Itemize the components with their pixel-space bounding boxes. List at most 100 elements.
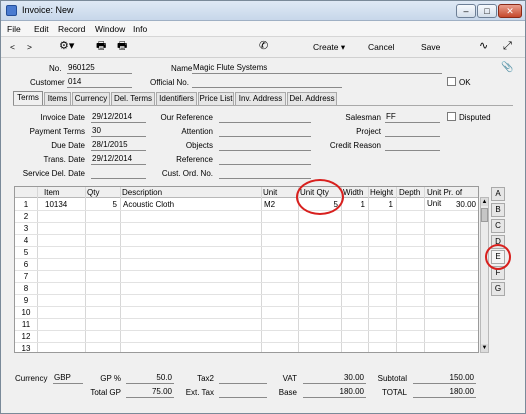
- cell-item[interactable]: 10134: [45, 200, 67, 209]
- name-field[interactable]: Magic Flute Systems: [192, 63, 442, 74]
- reference-label: Reference: [176, 155, 213, 164]
- total-gp-label: Total GP: [90, 388, 121, 397]
- no-label: No.: [49, 64, 62, 73]
- objects-field[interactable]: [219, 140, 311, 151]
- cancel-button[interactable]: Cancel: [368, 42, 394, 52]
- cell-width[interactable]: 1: [343, 200, 365, 209]
- official-no-label: Official No.: [150, 78, 189, 87]
- close-button[interactable]: ✕: [498, 4, 522, 18]
- tab-inv-address[interactable]: Inv. Address: [235, 92, 286, 105]
- menu-bar: File Edit Record Window Info: [1, 21, 525, 37]
- cell-description[interactable]: Acoustic Cloth: [123, 200, 174, 209]
- gear-icon[interactable]: ⚙▾: [59, 41, 74, 52]
- menu-file[interactable]: File: [7, 24, 21, 34]
- nav-next-button[interactable]: >: [27, 42, 32, 52]
- credit-reason-field[interactable]: [385, 140, 440, 151]
- items-grid[interactable]: Item Qty Description Unit Unit Qty Width…: [14, 186, 479, 353]
- side-tab-e[interactable]: E: [491, 250, 505, 264]
- tab-items[interactable]: Items: [44, 92, 71, 105]
- col-header-width[interactable]: Width: [343, 187, 364, 198]
- currency-field[interactable]: GBP: [53, 373, 83, 384]
- scroll-up-arrow-icon[interactable]: ▲: [481, 198, 488, 206]
- side-tab-g[interactable]: G: [491, 282, 505, 296]
- col-header-depth[interactable]: Depth: [399, 187, 421, 198]
- tax2-field[interactable]: [219, 373, 267, 384]
- create-menu-button[interactable]: Create ▾: [313, 42, 345, 53]
- attention-field[interactable]: [219, 126, 311, 137]
- row-number: 10: [21, 308, 31, 317]
- scroll-thumb[interactable]: [481, 208, 488, 222]
- menu-info[interactable]: Info: [133, 24, 147, 34]
- row-number: 2: [23, 212, 29, 221]
- project-field[interactable]: [385, 126, 440, 137]
- cell-unit-price[interactable]: 30.00: [426, 200, 476, 209]
- row-number: 13: [21, 344, 31, 353]
- ok-label: OK: [459, 78, 471, 87]
- customer-field[interactable]: 014: [67, 77, 132, 88]
- total-field[interactable]: 180.00: [413, 387, 476, 398]
- salesman-field[interactable]: FF: [385, 112, 440, 123]
- base-field[interactable]: 180.00: [303, 387, 366, 398]
- tab-terms[interactable]: Terms: [13, 91, 43, 105]
- tab-del-address[interactable]: Del. Address: [287, 92, 337, 105]
- payment-terms-field[interactable]: 30: [91, 126, 146, 137]
- print-preview-icon[interactable]: 🖶: [117, 41, 127, 52]
- menu-edit[interactable]: Edit: [34, 24, 49, 34]
- cust-ord-no-field[interactable]: [219, 168, 311, 179]
- paperclip-icon[interactable]: 📎: [501, 62, 513, 73]
- col-header-unit-price[interactable]: Unit Pr. of Unit: [427, 187, 478, 208]
- activity-icon[interactable]: ∿: [479, 41, 488, 52]
- title-bar[interactable]: Invoice: New – □ ✕: [1, 1, 525, 21]
- col-header-qty[interactable]: Qty: [87, 187, 100, 198]
- col-header-description[interactable]: Description: [122, 187, 163, 198]
- tab-price-list[interactable]: Price List: [198, 92, 234, 105]
- vat-field[interactable]: 30.00: [303, 373, 366, 384]
- due-date-field[interactable]: 28/1/2015: [91, 140, 146, 151]
- col-header-unit[interactable]: Unit: [263, 187, 278, 198]
- nav-prev-button[interactable]: <: [10, 42, 15, 52]
- minimize-button[interactable]: –: [456, 4, 476, 18]
- save-button[interactable]: Save: [421, 42, 440, 52]
- side-tab-c[interactable]: C: [491, 219, 505, 233]
- expand-icon[interactable]: ⤢: [503, 41, 512, 52]
- col-header-item[interactable]: Item: [44, 187, 60, 198]
- invoice-date-field[interactable]: 29/12/2014: [91, 112, 146, 123]
- tab-divider: [13, 105, 513, 106]
- maximize-button[interactable]: □: [477, 4, 497, 18]
- service-del-date-field[interactable]: [91, 168, 146, 179]
- ext-tax-field[interactable]: [219, 387, 267, 398]
- reference-field[interactable]: [219, 154, 311, 165]
- tab-del-terms[interactable]: Del. Terms: [111, 92, 155, 105]
- cell-qty[interactable]: 5: [87, 200, 117, 209]
- trans-date-label: Trans. Date: [43, 155, 86, 164]
- phone-icon[interactable]: ✆: [259, 41, 268, 52]
- trans-date-field[interactable]: 29/12/2014: [91, 154, 146, 165]
- side-tab-b[interactable]: B: [491, 203, 505, 217]
- side-tab-f[interactable]: F: [491, 266, 505, 280]
- cell-unit[interactable]: M2: [264, 200, 275, 209]
- menu-window[interactable]: Window: [95, 24, 125, 34]
- side-tab-d[interactable]: D: [491, 235, 505, 249]
- disputed-checkbox[interactable]: [447, 112, 456, 121]
- ok-checkbox[interactable]: [447, 77, 456, 86]
- grid-vertical-scrollbar[interactable]: ▲ ▼: [480, 197, 489, 353]
- side-tab-a[interactable]: A: [491, 187, 505, 201]
- scroll-down-arrow-icon[interactable]: ▼: [481, 344, 488, 352]
- gp-pct-field[interactable]: 50.0: [126, 373, 174, 384]
- print-icon[interactable]: 🖶: [96, 41, 106, 52]
- tab-identifiers[interactable]: Identifiers: [156, 92, 197, 105]
- col-header-height[interactable]: Height: [370, 187, 394, 198]
- our-reference-field[interactable]: [219, 112, 311, 123]
- total-gp-field[interactable]: 75.00: [126, 387, 174, 398]
- cell-height[interactable]: 1: [370, 200, 393, 209]
- official-no-field[interactable]: [192, 77, 342, 88]
- tab-currency[interactable]: Currency: [72, 92, 110, 105]
- menu-record[interactable]: Record: [58, 24, 85, 34]
- tax2-label: Tax2: [197, 374, 214, 383]
- row-number: 9: [23, 296, 29, 305]
- name-label: Name: [171, 64, 193, 73]
- col-header-unit-qty[interactable]: Unit Qty: [300, 187, 329, 198]
- no-field[interactable]: 960125: [67, 63, 132, 74]
- cell-unit-qty[interactable]: 5: [300, 200, 338, 209]
- subtotal-field[interactable]: 150.00: [413, 373, 476, 384]
